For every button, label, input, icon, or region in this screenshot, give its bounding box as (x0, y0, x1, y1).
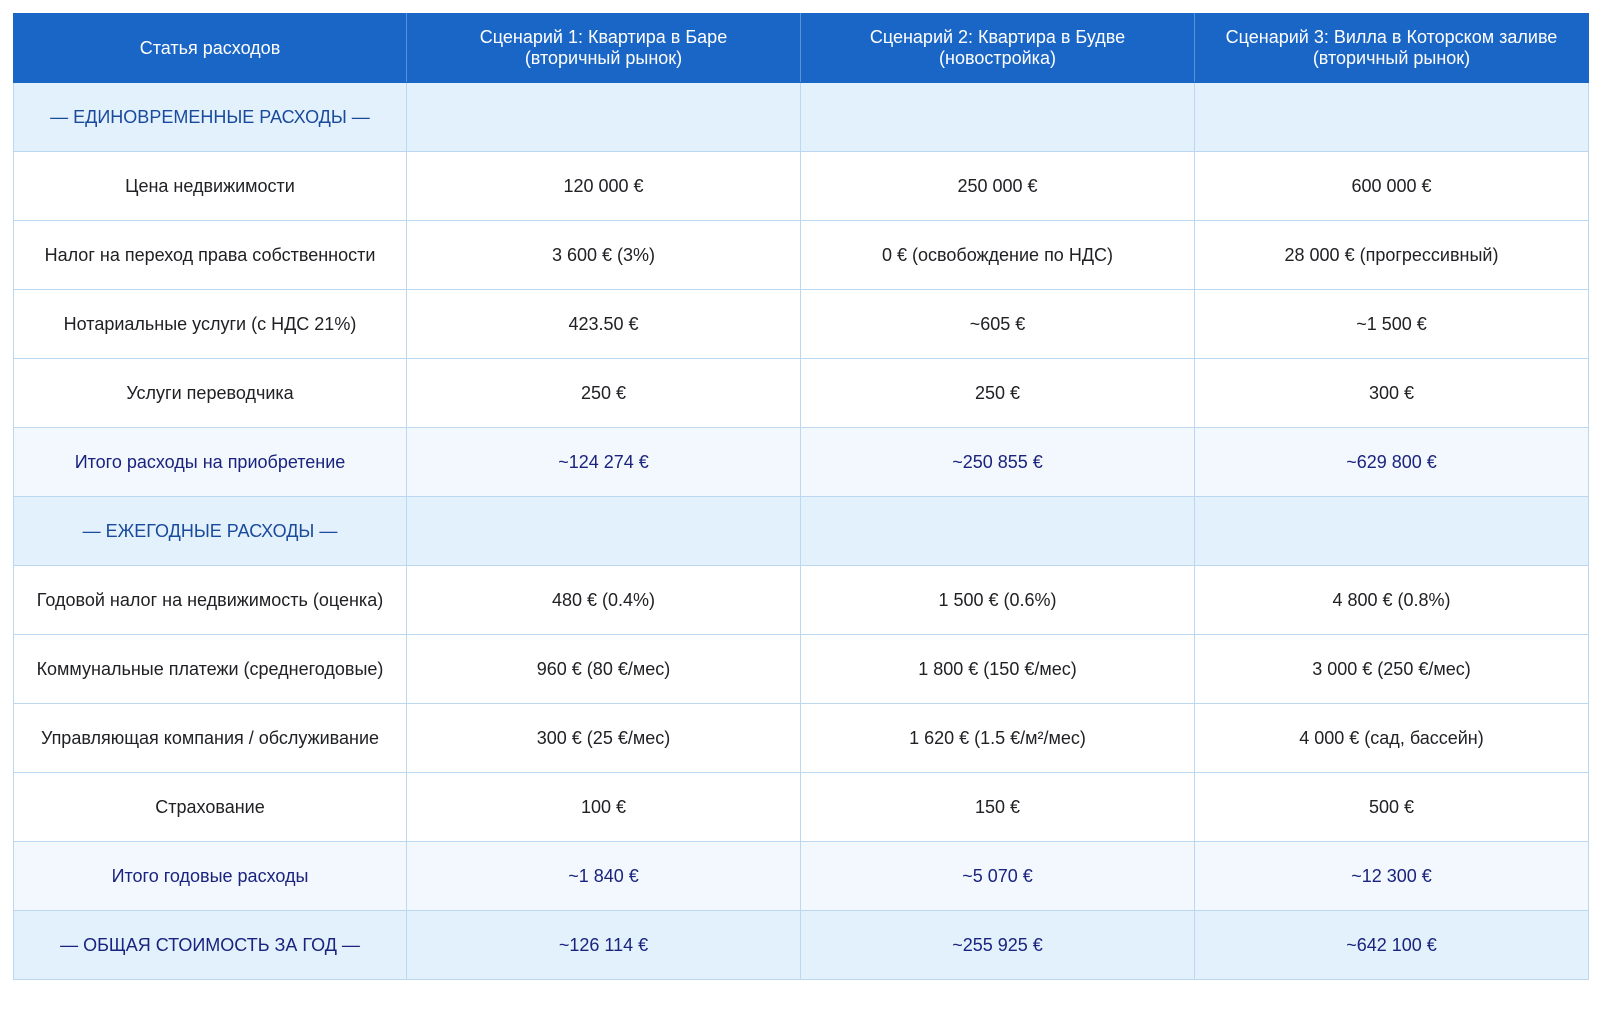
table-cell: 300 € (25 €/мес) (406, 703, 801, 773)
table-row: Цена недвижимости 120 000 € 250 000 € 60… (13, 151, 1589, 221)
header-row: Статья расходов Сценарий 1: Квартира в Б… (13, 13, 1589, 83)
total-row-acquisition: Итого расходы на приобретение ~124 274 €… (13, 427, 1589, 497)
table-cell: ~642 100 € (1194, 910, 1589, 980)
table-cell: 423.50 € (406, 289, 801, 359)
table-cell: 120 000 € (406, 151, 801, 221)
table-cell: ~629 800 € (1194, 427, 1589, 497)
table-cell: 960 € (80 €/мес) (406, 634, 801, 704)
table-cell (800, 82, 1195, 152)
table-cell: 4 000 € (сад, бассейн) (1194, 703, 1589, 773)
table-cell: 0 € (освобождение по НДС) (800, 220, 1195, 290)
table-header: Статья расходов Сценарий 1: Квартира в Б… (13, 13, 1589, 83)
row-label: — ОБЩАЯ СТОИМОСТЬ ЗА ГОД — (13, 910, 407, 980)
table-cell: ~5 070 € (800, 841, 1195, 911)
header-scenario-3: Сценарий 3: Вилла в Которском заливе (вт… (1194, 13, 1589, 83)
table-body: — ЕДИНОВРЕМЕННЫЕ РАСХОДЫ — Цена недвижим… (13, 82, 1589, 980)
row-label: Налог на переход права собственности (13, 220, 407, 290)
table-row: Коммунальные платежи (среднегодовые) 960… (13, 634, 1589, 704)
row-label: Нотариальные услуги (с НДС 21%) (13, 289, 407, 359)
table-cell: 3 600 € (3%) (406, 220, 801, 290)
header-label: Статья расходов (139, 37, 281, 58)
row-label: Годовой налог на недвижимость (оценка) (13, 565, 407, 635)
row-label: Цена недвижимости (13, 151, 407, 221)
row-label: — ЕДИНОВРЕМЕННЫЕ РАСХОДЫ — (13, 82, 407, 152)
cost-comparison-table-container: Статья расходов Сценарий 1: Квартира в Б… (13, 13, 1589, 980)
table-cell: ~124 274 € (406, 427, 801, 497)
table-cell: 300 € (1194, 358, 1589, 428)
table-cell: 1 500 € (0.6%) (800, 565, 1195, 635)
table-cell: 3 000 € (250 €/мес) (1194, 634, 1589, 704)
row-label: Итого годовые расходы (13, 841, 407, 911)
row-label: Управляющая компания / обслуживание (13, 703, 407, 773)
table-cell: 100 € (406, 772, 801, 842)
grand-total-row: — ОБЩАЯ СТОИМОСТЬ ЗА ГОД — ~126 114 € ~2… (13, 910, 1589, 980)
table-cell: 4 800 € (0.8%) (1194, 565, 1589, 635)
table-cell: 500 € (1194, 772, 1589, 842)
section-row-one-time: — ЕДИНОВРЕМЕННЫЕ РАСХОДЫ — (13, 82, 1589, 152)
cost-comparison-table: Статья расходов Сценарий 1: Квартира в Б… (13, 13, 1589, 980)
table-cell: 250 € (406, 358, 801, 428)
table-row: Нотариальные услуги (с НДС 21%) 423.50 €… (13, 289, 1589, 359)
header-expense-item: Статья расходов (13, 13, 407, 83)
row-label: Итого расходы на приобретение (13, 427, 407, 497)
table-cell: 480 € (0.4%) (406, 565, 801, 635)
table-row: Страхование 100 € 150 € 500 € (13, 772, 1589, 842)
table-cell: ~255 925 € (800, 910, 1195, 980)
table-cell (406, 496, 801, 566)
table-cell (406, 82, 801, 152)
table-cell: 600 000 € (1194, 151, 1589, 221)
row-label: Коммунальные платежи (среднегодовые) (13, 634, 407, 704)
table-cell: 1 620 € (1.5 €/м²/мес) (800, 703, 1195, 773)
header-scenario-2: Сценарий 2: Квартира в Будве (новостройк… (800, 13, 1195, 83)
table-row: Годовой налог на недвижимость (оценка) 4… (13, 565, 1589, 635)
table-cell: ~12 300 € (1194, 841, 1589, 911)
row-label: — ЕЖЕГОДНЫЕ РАСХОДЫ — (13, 496, 407, 566)
table-cell: ~1 840 € (406, 841, 801, 911)
table-cell: 1 800 € (150 €/мес) (800, 634, 1195, 704)
table-cell: ~1 500 € (1194, 289, 1589, 359)
table-row: Услуги переводчика 250 € 250 € 300 € (13, 358, 1589, 428)
table-cell: 28 000 € (прогрессивный) (1194, 220, 1589, 290)
table-cell: ~126 114 € (406, 910, 801, 980)
section-row-annual: — ЕЖЕГОДНЫЕ РАСХОДЫ — (13, 496, 1589, 566)
table-row: Управляющая компания / обслуживание 300 … (13, 703, 1589, 773)
row-label: Страхование (13, 772, 407, 842)
table-cell: 250 000 € (800, 151, 1195, 221)
table-cell: 150 € (800, 772, 1195, 842)
header-scenario-1: Сценарий 1: Квартира в Баре (вторичный р… (406, 13, 801, 83)
table-cell: ~605 € (800, 289, 1195, 359)
table-cell (1194, 82, 1589, 152)
header-label: Сценарий 2: Квартира в Будве (новостройк… (869, 27, 1126, 68)
table-cell (1194, 496, 1589, 566)
total-row-annual: Итого годовые расходы ~1 840 € ~5 070 € … (13, 841, 1589, 911)
row-label: Услуги переводчика (13, 358, 407, 428)
header-label: Сценарий 1: Квартира в Баре (вторичный р… (479, 27, 728, 68)
header-label: Сценарий 3: Вилла в Которском заливе (вт… (1225, 27, 1558, 68)
table-row: Налог на переход права собственности 3 6… (13, 220, 1589, 290)
table-cell: ~250 855 € (800, 427, 1195, 497)
table-cell (800, 496, 1195, 566)
table-cell: 250 € (800, 358, 1195, 428)
